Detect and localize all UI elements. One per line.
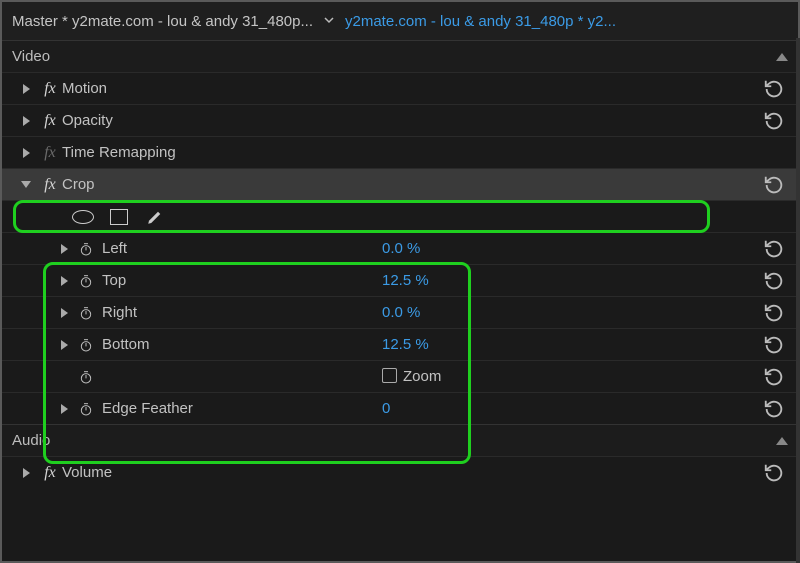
fx-badge-icon[interactable]: fx [38,80,62,98]
stopwatch-icon[interactable] [76,367,96,387]
reset-button[interactable] [760,462,788,484]
param-value[interactable]: 0.0 % [382,240,420,257]
param-row-edge-feather[interactable]: Edge Feather 0 [2,392,798,424]
effect-row-motion[interactable]: fx Motion [2,72,798,104]
effect-label: Crop [62,176,95,193]
stopwatch-icon[interactable] [76,239,96,259]
tab-sequence-link[interactable]: y2mate.com - lou & andy 31_480p * y2... [345,13,616,30]
twirl-closed-icon[interactable] [18,113,34,129]
reset-button[interactable] [760,238,788,260]
section-title: Video [12,48,50,65]
param-row-bottom[interactable]: Bottom 12.5 % [2,328,798,360]
reset-button[interactable] [760,270,788,292]
stopwatch-icon[interactable] [76,335,96,355]
param-row-right[interactable]: Right 0.0 % [2,296,798,328]
stopwatch-icon[interactable] [76,303,96,323]
effect-label: Time Remapping [62,144,176,161]
twirl-closed-icon[interactable] [56,305,72,321]
twirl-open-icon[interactable] [18,177,34,193]
effect-row-volume[interactable]: fx Volume [2,456,798,488]
param-row-top[interactable]: Top 12.5 % [2,264,798,296]
param-row-left[interactable]: Left 0.0 % [2,232,798,264]
param-value[interactable]: 12.5 % [382,272,429,289]
param-value[interactable]: 12.5 % [382,336,429,353]
param-label: Bottom [102,336,150,353]
vertical-scrollbar[interactable] [796,38,800,563]
effect-label: Volume [62,464,112,481]
twirl-closed-icon[interactable] [56,273,72,289]
ellipse-mask-icon[interactable] [72,206,94,228]
param-label: Zoom [403,368,441,385]
param-label: Edge Feather [102,400,193,417]
tab-master[interactable]: Master * y2mate.com - lou & andy 31_480p… [12,13,313,30]
reset-button[interactable] [760,334,788,356]
twirl-closed-icon[interactable] [18,465,34,481]
section-title: Audio [12,432,50,449]
zoom-checkbox[interactable] [382,368,397,383]
fx-badge-icon[interactable]: fx [38,176,62,194]
mask-tool-row [2,200,798,232]
pen-mask-icon[interactable] [144,206,166,228]
param-value[interactable]: 0 [382,400,390,417]
twirl-closed-icon[interactable] [56,401,72,417]
param-row-zoom[interactable]: Zoom [2,360,798,392]
effect-row-crop[interactable]: fx Crop [2,168,798,200]
section-header-video[interactable]: Video [2,40,798,72]
effect-row-opacity[interactable]: fx Opacity [2,104,798,136]
collapse-up-icon[interactable] [776,437,788,445]
fx-badge-icon[interactable]: fx [38,144,62,162]
effect-label: Motion [62,80,107,97]
twirl-closed-icon[interactable] [56,241,72,257]
effect-row-time-remapping[interactable]: fx Time Remapping [2,136,798,168]
tab-bar: Master * y2mate.com - lou & andy 31_480p… [2,2,798,40]
section-header-audio[interactable]: Audio [2,424,798,456]
param-label: Right [102,304,137,321]
reset-button[interactable] [760,78,788,100]
rectangle-mask-icon[interactable] [108,206,130,228]
fx-badge-icon[interactable]: fx [38,464,62,482]
reset-button[interactable] [760,302,788,324]
reset-button[interactable] [760,398,788,420]
param-value[interactable]: 0.0 % [382,304,420,321]
reset-button[interactable] [760,110,788,132]
param-label: Top [102,272,126,289]
stopwatch-icon[interactable] [76,271,96,291]
twirl-closed-icon[interactable] [18,81,34,97]
reset-button[interactable] [760,366,788,388]
twirl-closed-icon[interactable] [56,337,72,353]
twirl-closed-icon[interactable] [18,145,34,161]
param-label: Left [102,240,127,257]
stopwatch-icon[interactable] [76,399,96,419]
reset-button[interactable] [760,174,788,196]
collapse-up-icon[interactable] [776,53,788,61]
fx-badge-icon[interactable]: fx [38,112,62,130]
chevron-down-icon[interactable] [319,13,339,30]
effect-label: Opacity [62,112,113,129]
